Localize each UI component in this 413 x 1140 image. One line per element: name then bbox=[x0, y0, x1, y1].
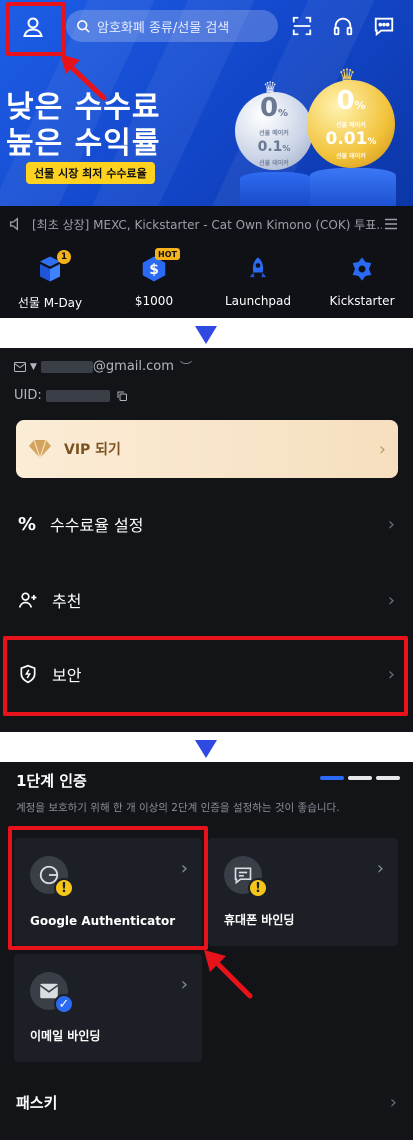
chevron-right-icon: › bbox=[378, 438, 386, 460]
banner-tagline: 선물 시장 최저 수수료율 bbox=[26, 162, 155, 184]
quick-link-launchpad[interactable]: Launchpad bbox=[208, 252, 308, 308]
pointer-arrow bbox=[60, 54, 107, 101]
scan-icon bbox=[292, 16, 312, 36]
quick-link-kickstarter[interactable]: Kickstarter bbox=[312, 252, 412, 308]
progress-step bbox=[376, 776, 400, 780]
percent-icon: % bbox=[18, 513, 37, 535]
chevron-right-icon: › bbox=[387, 589, 395, 611]
quick-badge: 1 bbox=[57, 250, 71, 264]
kickstarter-icon bbox=[345, 252, 379, 286]
security-progress bbox=[320, 776, 400, 780]
card-label: 휴대폰 바인딩 bbox=[224, 913, 295, 927]
diamond-icon bbox=[29, 439, 51, 459]
step-arrow-down bbox=[195, 740, 217, 758]
security-screen: 1단계 인증 계정을 보호하기 위해 한 개 이상의 2단계 인증을 설정하는 … bbox=[0, 762, 413, 1140]
banner-headline-2: 높은 수익률 bbox=[6, 126, 161, 161]
speaker-icon bbox=[10, 217, 18, 231]
pedestal-silver bbox=[240, 172, 312, 206]
announcement-text: [최초 상장] MEXC, Kickstarter - Cat Own Kimo… bbox=[32, 217, 382, 232]
email-domain: @gmail.com bbox=[92, 359, 174, 374]
scan-button[interactable] bbox=[290, 14, 314, 38]
menu-referral[interactable]: 추천 › bbox=[0, 580, 413, 620]
passkey-label: 패스키 bbox=[16, 1093, 58, 1112]
quick-link-label: Kickstarter bbox=[329, 294, 395, 308]
sms-icon: ! bbox=[224, 856, 268, 898]
masked-email bbox=[40, 360, 93, 373]
rocket-icon bbox=[241, 252, 275, 286]
headset-icon bbox=[333, 17, 353, 36]
home-screen: 암호화폐 종류/선물 검색 낮은 수수료 높은 수익률 선물 시장 최저 수수료… bbox=[0, 0, 413, 318]
uid-label: UID: bbox=[14, 388, 42, 403]
account-menu-screen: ▼ @gmail.com ︶ UID: VIP 되기 › % 수수료율 설정 ›… bbox=[0, 348, 413, 732]
chat-icon bbox=[374, 17, 394, 37]
highlight-box bbox=[3, 636, 408, 716]
quick-link-1000[interactable]: $ HOT $1000 bbox=[104, 248, 204, 308]
search-icon bbox=[77, 19, 90, 33]
section-description: 계정을 보호하기 위해 한 개 이상의 2단계 인증을 설정하는 것이 좋습니다… bbox=[16, 802, 340, 814]
vip-label: VIP 되기 bbox=[64, 442, 121, 458]
menu-passkey[interactable]: 패스키 › bbox=[0, 1082, 413, 1122]
warning-icon: ! bbox=[248, 878, 268, 898]
chevron-right-icon: › bbox=[180, 974, 188, 995]
quick-link-label: $1000 bbox=[134, 294, 174, 308]
messages-button[interactable] bbox=[372, 14, 396, 38]
progress-step-done bbox=[320, 776, 344, 780]
svg-text:$: $ bbox=[149, 262, 159, 278]
section-title: 1단계 인증 bbox=[16, 772, 87, 790]
masked-uid bbox=[45, 389, 110, 402]
fee-coin-silver: 0% 선물 메이커 0.1% 선물 테이커 bbox=[235, 92, 313, 170]
pointer-arrow bbox=[204, 950, 253, 999]
search-placeholder: 암호화폐 종류/선물 검색 bbox=[97, 20, 230, 36]
highlight-box bbox=[8, 826, 208, 950]
copy-icon[interactable] bbox=[116, 390, 128, 402]
quick-link-label: 선물 M-Day bbox=[17, 296, 83, 310]
chevron-right-icon: › bbox=[376, 858, 384, 879]
eye-off-icon[interactable]: ︶ bbox=[180, 358, 192, 375]
mail-icon bbox=[14, 361, 26, 372]
quick-link-label: Launchpad bbox=[224, 294, 292, 308]
email-row: ▼ @gmail.com ︶ bbox=[14, 358, 192, 375]
card-phone-binding[interactable]: ! › 휴대폰 바인딩 bbox=[208, 838, 398, 946]
quick-badge: HOT bbox=[155, 248, 180, 260]
card-label: 이메일 바인딩 bbox=[30, 1029, 101, 1043]
quick-link-mday[interactable]: 1 선물 M-Day bbox=[0, 250, 100, 311]
add-user-icon bbox=[18, 592, 37, 608]
support-button[interactable] bbox=[331, 14, 355, 38]
pedestal-gold bbox=[310, 168, 396, 206]
chevron-right-icon: › bbox=[387, 513, 395, 535]
check-icon: ✓ bbox=[54, 994, 74, 1014]
search-input[interactable]: 암호화폐 종류/선물 검색 bbox=[66, 10, 278, 42]
card-email-binding[interactable]: ✓ › 이메일 바인딩 bbox=[14, 954, 202, 1062]
menu-label: 추천 bbox=[52, 592, 82, 611]
gift-icon: 1 bbox=[33, 250, 71, 286]
menu-fee-settings[interactable]: % 수수료율 설정 › bbox=[0, 504, 413, 544]
step-arrow-down bbox=[195, 326, 217, 344]
announcement-bar[interactable]: [최초 상장] MEXC, Kickstarter - Cat Own Kimo… bbox=[0, 206, 413, 242]
email-icon: ✓ bbox=[30, 972, 74, 1014]
uid-row: UID: bbox=[14, 388, 128, 403]
quick-links: 1 선물 M-Day $ HOT $1000 Launchpad Kicksta… bbox=[0, 248, 413, 318]
vip-card[interactable]: VIP 되기 › bbox=[16, 420, 398, 478]
list-icon[interactable] bbox=[382, 215, 400, 233]
dollar-icon: $ HOT bbox=[137, 248, 180, 286]
fee-coin-gold: 0% 선물 메이커 0.01% 선물 테이커 bbox=[307, 80, 395, 168]
menu-label: 수수료율 설정 bbox=[50, 516, 144, 535]
chevron-right-icon: › bbox=[389, 1091, 397, 1113]
highlight-box bbox=[6, 2, 66, 56]
progress-step bbox=[348, 776, 372, 780]
